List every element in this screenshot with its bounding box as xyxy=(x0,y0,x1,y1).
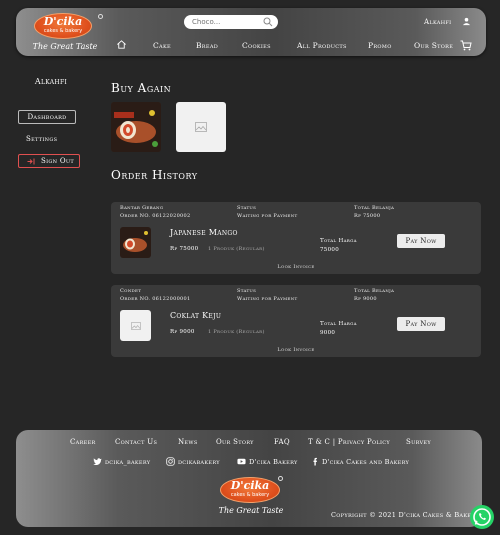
header: D'cika cakes & bakery The Great Taste Al… xyxy=(16,8,486,56)
order-status-label: Status xyxy=(237,205,257,211)
whatsapp-button[interactable] xyxy=(470,505,494,529)
order-total-harga-label: Total Harga xyxy=(320,238,357,244)
footer-logo-subtitle: cakes & bakery xyxy=(230,492,270,498)
footer-logo-brand: D'cika xyxy=(230,479,270,492)
user-icon[interactable] xyxy=(462,17,471,26)
order-store: Condet xyxy=(120,288,142,294)
order-total: Rp 9000 xyxy=(354,296,377,302)
sidebar-settings-link[interactable]: Settings xyxy=(26,135,57,143)
product-thumbnail xyxy=(120,227,151,258)
order-status: Waiting for Payment xyxy=(237,213,298,219)
youtube-icon[interactable] xyxy=(237,457,246,466)
order-status-label: Status xyxy=(237,288,257,294)
footer-logo[interactable]: D'cika cakes & bakery The Great Taste xyxy=(218,474,284,518)
order-product-price: Rp 9000 xyxy=(170,329,195,335)
buy-again-product-image[interactable] xyxy=(111,102,161,152)
instagram-icon[interactable] xyxy=(166,457,175,466)
image-placeholder-icon xyxy=(195,122,207,132)
order-status: Waiting for Payment xyxy=(237,296,298,302)
order-product-image[interactable] xyxy=(120,310,151,341)
footer-link-contact[interactable]: Contact Us xyxy=(115,438,157,446)
look-invoice-link[interactable]: Look Invoice xyxy=(111,347,481,353)
order-history-title: Order History xyxy=(111,168,198,182)
footer-logo-tagline: The Great Taste xyxy=(218,506,284,515)
image-placeholder-icon xyxy=(131,322,141,330)
pay-now-button[interactable]: Pay Now xyxy=(397,317,445,331)
twitter-handle[interactable]: dcika_bakery xyxy=(105,458,150,466)
sidebar-dashboard-button[interactable]: Dashboard xyxy=(18,110,76,124)
copyright: Copyright © 2021 D'cika Cakes & Bakery xyxy=(331,511,479,519)
instagram-handle[interactable]: dcikabakery xyxy=(178,458,220,466)
footer-registered-mark xyxy=(278,476,283,481)
signout-label: Sign Out xyxy=(41,157,75,165)
pay-now-button[interactable]: Pay Now xyxy=(397,234,445,248)
header-username[interactable]: Alkahfi xyxy=(424,18,451,26)
order-product-name[interactable]: Coklat Keju xyxy=(170,311,221,320)
order-number: Order NO. 06122000001 xyxy=(120,296,191,302)
nav-all-products[interactable]: All Products xyxy=(297,41,347,50)
buy-again-placeholder-image[interactable] xyxy=(176,102,226,152)
footer-link-faq[interactable]: FAQ xyxy=(274,438,290,446)
order-total-label: Total Belanja xyxy=(354,205,395,211)
youtube-channel[interactable]: D'cika Bakery xyxy=(249,458,298,466)
order-total-harga: 9000 xyxy=(320,330,336,336)
order-number: Order NO. 06122020002 xyxy=(120,213,191,219)
order-card: Condet Order NO. 06122000001 Status Wait… xyxy=(111,285,481,357)
order-product-name[interactable]: Japanese Mango xyxy=(170,228,238,237)
footer: Career Contact Us News Our Story FAQ T &… xyxy=(16,430,482,527)
signout-icon xyxy=(27,158,35,164)
facebook-page[interactable]: D'cika Cakes and Bakery xyxy=(322,458,409,466)
search-bar xyxy=(184,15,278,29)
search-icon[interactable] xyxy=(263,17,273,27)
order-total: Rp 75000 xyxy=(354,213,381,219)
nav-cake[interactable]: Cake xyxy=(153,41,171,50)
order-card: Bantar Gebang Order NO. 06122020002 Stat… xyxy=(111,202,481,274)
home-icon[interactable] xyxy=(116,39,127,50)
facebook-icon[interactable] xyxy=(311,457,320,466)
footer-link-career[interactable]: Career xyxy=(70,438,96,446)
registered-mark xyxy=(98,14,103,19)
cart-icon[interactable] xyxy=(460,40,472,51)
logo-subtitle: cakes & bakery xyxy=(43,28,83,34)
order-product-qty: 1 Produk (Regular) xyxy=(208,246,265,252)
nav-promo[interactable]: Promo xyxy=(368,41,392,50)
order-product-price: Rp 75000 xyxy=(170,246,199,252)
footer-link-terms-privacy[interactable]: T & C | Privacy Policy xyxy=(308,438,390,446)
nav-bread[interactable]: Bread xyxy=(196,41,218,50)
buy-again-title: Buy Again xyxy=(111,81,172,95)
roll-cake-image xyxy=(111,102,161,152)
order-total-label: Total Belanja xyxy=(354,288,395,294)
footer-link-survey[interactable]: Survey xyxy=(406,438,431,446)
whatsapp-icon xyxy=(473,508,491,526)
footer-link-news[interactable]: News xyxy=(178,438,198,446)
look-invoice-link[interactable]: Look Invoice xyxy=(111,264,481,270)
order-total-harga-label: Total Harga xyxy=(320,321,357,327)
twitter-icon[interactable] xyxy=(93,457,102,466)
order-product-qty: 1 Produk (Regular) xyxy=(208,329,265,335)
sidebar-username: Alkahfi xyxy=(34,77,68,86)
order-product-image[interactable] xyxy=(120,227,151,258)
order-total-harga: 75000 xyxy=(320,247,339,253)
logo-brand: D'cika xyxy=(43,15,83,28)
order-store: Bantar Gebang xyxy=(120,205,164,211)
footer-link-our-story[interactable]: Our Story xyxy=(216,438,254,446)
signout-button[interactable]: Sign Out xyxy=(18,154,80,168)
nav-our-store[interactable]: Our Store xyxy=(414,41,453,50)
search-input[interactable] xyxy=(192,15,262,29)
nav-cookies[interactable]: Cookies xyxy=(242,41,271,50)
main-nav: Cake Bread Cookies All Products Promo Ou… xyxy=(16,39,486,53)
